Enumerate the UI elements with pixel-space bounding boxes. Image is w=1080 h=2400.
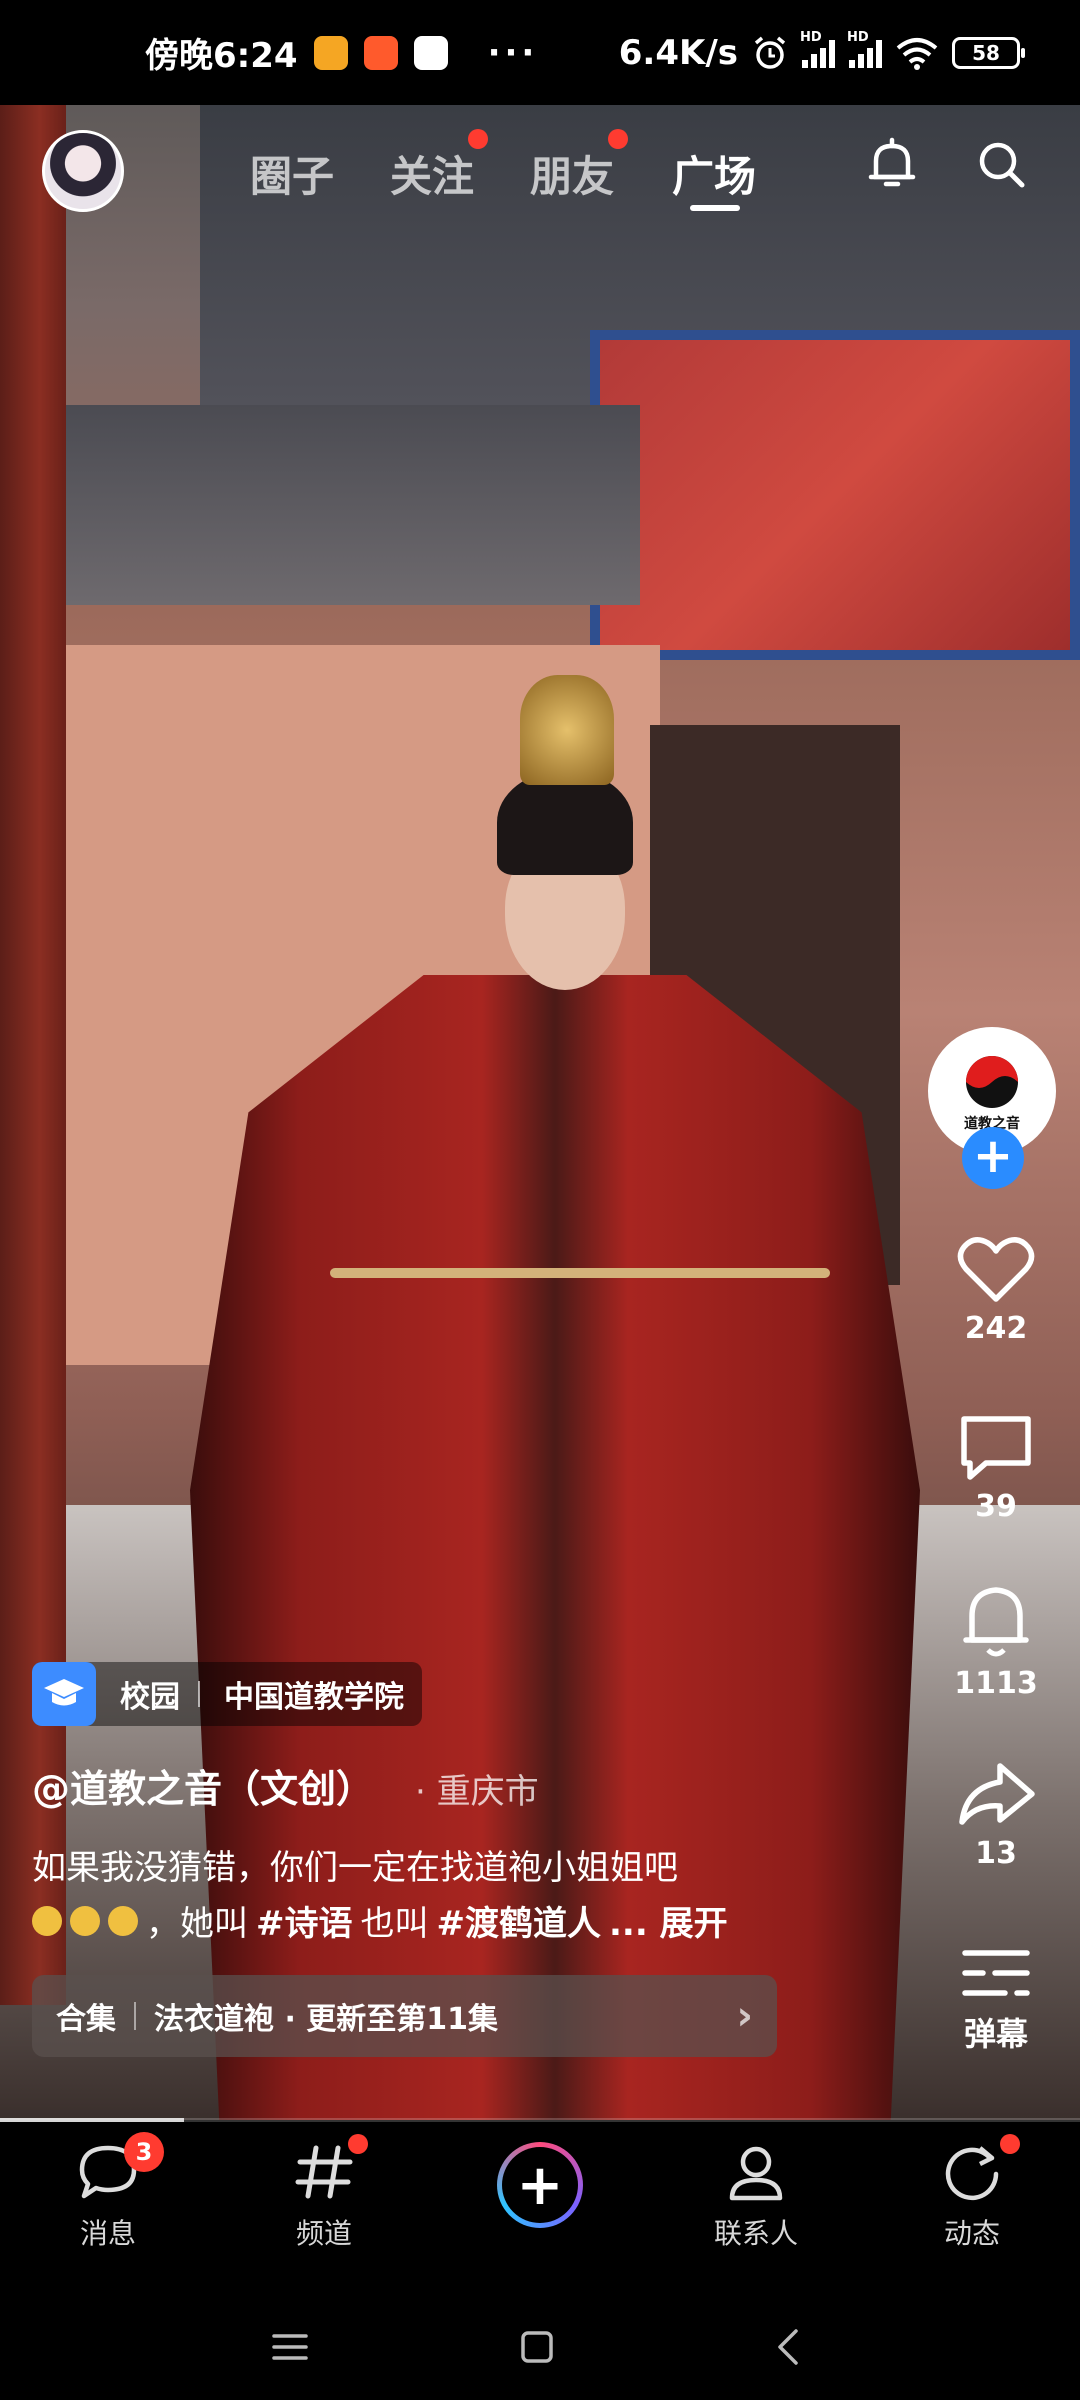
hashtag-icon xyxy=(295,2145,353,2199)
author-logo[interactable]: 道教之音 + xyxy=(928,1027,1080,1189)
description-text: 也叫 xyxy=(360,1904,429,1944)
tag-category: 校园 xyxy=(120,1680,180,1715)
nav-messages-label: 消息 xyxy=(79,2217,136,2250)
status-bar: 傍晚6:24 ··· 6.4K/s HD HD 58 xyxy=(0,0,1080,105)
plus-icon: + xyxy=(502,2147,578,2223)
like-count: 242 xyxy=(964,1311,1028,1346)
share-arrow-icon xyxy=(959,1763,1035,1825)
follow-button[interactable]: + xyxy=(962,1127,1024,1189)
share-button[interactable]: 13 xyxy=(940,1760,1052,1871)
refresh-star-icon xyxy=(945,2146,999,2201)
bell-outline-icon xyxy=(963,1587,1029,1657)
bottom-nav: 消息 3 频道 + 联系人 动态 xyxy=(0,2122,1080,2292)
figure-crown xyxy=(520,675,614,785)
description-line-2: ，她叫 #诗语 也叫 #渡鹤道人 ... 展开 xyxy=(32,1896,728,1945)
notes-app-icon xyxy=(313,35,348,70)
graduation-cap-icon xyxy=(32,1662,96,1726)
hashtag-link[interactable]: #诗语 xyxy=(256,1896,353,1945)
reminder-bell-button[interactable]: 1113 xyxy=(940,1580,1052,1701)
figure-hat xyxy=(497,770,633,875)
activity-notification-dot xyxy=(1000,2134,1020,2154)
signal-icon-2: HD xyxy=(847,30,882,68)
search-icon[interactable] xyxy=(976,137,1028,193)
emoji-icon xyxy=(108,1905,138,1936)
comment-count: 39 xyxy=(975,1489,1017,1524)
robe-figure xyxy=(190,975,920,2120)
more-notifications-indicator: ··· xyxy=(487,32,539,73)
danmaku-icon xyxy=(962,1950,1030,1996)
video-call-app-icon xyxy=(363,35,398,70)
emoji-icon xyxy=(70,1905,100,1936)
comment-icon xyxy=(961,1416,1031,1480)
heart-icon xyxy=(957,1237,1035,1302)
bell-icon[interactable] xyxy=(866,137,918,193)
channels-notification-dot xyxy=(348,2134,368,2154)
nav-channels-label: 频道 xyxy=(295,2217,352,2250)
description-line-1: 如果我没猜错，你们一定在找道袍小姐姐吧 xyxy=(32,1848,678,1888)
hashtag-link[interactable]: #渡鹤道人 xyxy=(437,1896,602,1945)
tab-friends[interactable]: 朋友 xyxy=(530,143,614,204)
menu-icon[interactable] xyxy=(272,2332,308,2362)
bell-count: 1113 xyxy=(954,1666,1038,1701)
nav-activity-label: 动态 xyxy=(943,2217,1000,2250)
campus-tag[interactable]: 校园 中国道教学院 xyxy=(32,1662,422,1726)
nav-contacts-label: 联系人 xyxy=(713,2217,798,2250)
expand-button[interactable]: ... 展开 xyxy=(609,1896,728,1945)
system-navigation-bar xyxy=(0,2292,1080,2400)
battery-indicator: 58 xyxy=(952,36,1025,69)
wifi-icon xyxy=(896,37,938,70)
chevron-right-icon: › xyxy=(736,1993,753,2039)
collection-label: 合集 xyxy=(56,2002,116,2037)
active-tab-indicator xyxy=(690,205,740,211)
tab-following[interactable]: 关注 xyxy=(390,143,474,204)
nav-activity[interactable]: 动态 xyxy=(902,2142,1042,2252)
danmaku-label: 弹幕 xyxy=(963,2015,1028,2053)
share-count: 13 xyxy=(975,1836,1017,1871)
emoji-icon xyxy=(32,1905,62,1936)
status-time: 傍晚6:24 xyxy=(145,36,298,76)
signal-icon: HD xyxy=(800,30,835,68)
friends-notification-dot xyxy=(608,129,628,149)
location[interactable]: · 重庆市 xyxy=(415,1764,539,1813)
danmaku-button[interactable]: 弹幕 xyxy=(940,1945,1052,2055)
top-bar: 圈子 关注 朋友 广场 xyxy=(0,105,1080,235)
temple-roof-lower xyxy=(60,405,640,605)
collection-separator xyxy=(134,2002,136,2030)
network-speed: 6.4K/s xyxy=(618,32,738,73)
create-post-button[interactable]: + xyxy=(497,2142,583,2228)
tag-name: 中国道教学院 xyxy=(224,1680,404,1715)
nav-contacts[interactable]: 联系人 xyxy=(686,2142,826,2252)
person-icon xyxy=(729,2146,783,2201)
alarm-icon xyxy=(754,36,786,69)
user-avatar[interactable] xyxy=(42,130,124,212)
messages-badge: 3 xyxy=(124,2132,164,2172)
tab-circle[interactable]: 圈子 xyxy=(250,143,334,204)
author-name[interactable]: @道教之音（文创） xyxy=(32,1758,374,1813)
play-store-icon xyxy=(413,35,448,70)
description-text: ，她叫 xyxy=(146,1904,248,1944)
collection-title: 法衣道袍 · 更新至第11集 xyxy=(154,2002,499,2037)
ceremonial-rod xyxy=(330,1268,830,1278)
collection-bar[interactable]: 合集 法衣道袍 · 更新至第11集 › xyxy=(32,1975,777,2057)
dragon-panel xyxy=(590,330,1080,660)
tab-plaza[interactable]: 广场 xyxy=(672,143,756,204)
video-player[interactable] xyxy=(0,105,1080,2120)
like-button[interactable]: 242 xyxy=(940,1235,1052,1346)
back-icon[interactable] xyxy=(774,2328,800,2366)
comment-button[interactable]: 39 xyxy=(940,1413,1052,1524)
nav-channels[interactable]: 频道 xyxy=(254,2142,394,2252)
following-notification-dot xyxy=(468,129,488,149)
home-icon[interactable] xyxy=(520,2330,554,2364)
